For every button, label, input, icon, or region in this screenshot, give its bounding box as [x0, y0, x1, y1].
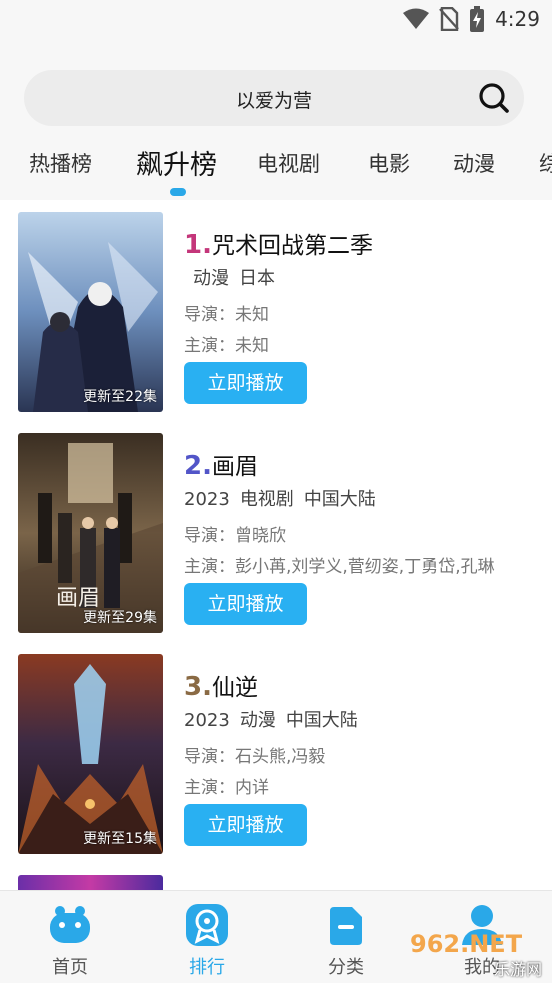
play-now-button[interactable]: 立即播放	[184, 362, 307, 404]
nav-category-label: 分类	[328, 957, 364, 978]
director: 导演：未知	[184, 305, 269, 325]
rank-number: 2.	[184, 451, 212, 481]
list-item[interactable]: 更新至15集 3.仙逆 2023 动漫 中国大陆 导演：石头熊,冯毅 主演：内详 立…	[0, 654, 552, 854]
title-text: 仙逆	[211, 675, 258, 701]
poster-art	[18, 212, 163, 412]
battery-charging-icon	[470, 6, 485, 32]
tab-tv-series[interactable]: 电视剧	[257, 148, 320, 178]
genre: 电视剧	[239, 489, 294, 510]
item-meta: 2023 动漫 中国大陆	[184, 706, 368, 732]
region: 中国大陆	[303, 489, 376, 510]
rank-number: 3.	[184, 672, 212, 702]
item-title: 2.画眉	[184, 447, 258, 481]
site-watermark: 962.NET 乐游网	[406, 930, 546, 980]
hippo-icon	[50, 906, 90, 943]
search-keyword: 以爱为营	[235, 90, 312, 112]
rank-number: 1.	[184, 230, 212, 260]
item-title: 1.咒术回战第二季	[184, 226, 373, 260]
tab-hot[interactable]: 热播榜	[29, 148, 92, 178]
year: 2023	[184, 710, 230, 731]
search-bar[interactable]: 以爱为营	[24, 70, 524, 126]
genre: 动漫	[193, 268, 229, 289]
title-text: 画眉	[211, 454, 258, 480]
tab-variety[interactable]: 综	[539, 148, 552, 178]
cast: 主演：内详	[184, 778, 269, 798]
wifi-icon	[403, 8, 430, 29]
region: 日本	[239, 268, 275, 289]
cast: 主演：未知	[184, 336, 269, 356]
poster-image[interactable]: 更新至22集	[18, 212, 163, 412]
list-item[interactable]: 画眉 更新至29集 2.画眉 2023 电视剧 中国大陆 导演：曾晓欣 主演：彭小苒…	[0, 433, 552, 633]
status-icons: 4:29	[403, 6, 540, 32]
active-tab-indicator	[170, 188, 186, 196]
list-item[interactable]: 更新至22集 1.咒术回战第二季 动漫 日本 导演：未知 主演：未知 立即播放	[0, 212, 552, 412]
play-now-button[interactable]: 立即播放	[184, 583, 307, 625]
item-meta: 动漫 日本	[193, 264, 285, 290]
poster-art	[18, 654, 163, 854]
title-text: 咒术回战第二季	[211, 233, 373, 259]
watermark-subtitle: 乐游网	[493, 960, 542, 979]
director: 导演：曾晓欣	[184, 526, 286, 546]
year: 2023	[184, 489, 230, 510]
watermark-logo: 962.NET	[410, 930, 523, 958]
status-time: 4:29	[495, 7, 540, 31]
nav-category[interactable]: 分类	[296, 891, 396, 983]
poster-image[interactable]: 更新至15集	[18, 654, 163, 854]
ranking-icon	[186, 904, 228, 946]
play-now-button[interactable]: 立即播放	[184, 804, 307, 846]
nav-ranking[interactable]: 排行	[157, 891, 257, 983]
director: 导演：石头熊,冯毅	[184, 747, 326, 767]
category-tabs: 热播榜 飙升榜 电视剧 电影 动漫 综	[0, 140, 552, 196]
genre: 动漫	[239, 710, 276, 731]
search-icon[interactable]	[478, 82, 510, 114]
poster-art: 画眉	[18, 433, 163, 633]
region: 中国大陆	[285, 710, 358, 731]
no-sim-icon	[439, 7, 459, 31]
status-bar: 4:29	[0, 0, 552, 40]
category-icon	[330, 907, 362, 945]
item-title: 3.仙逆	[184, 668, 258, 702]
episode-badge: 更新至22集	[83, 389, 157, 405]
item-meta: 2023 电视剧 中国大陆	[184, 485, 386, 511]
cast: 主演：彭小苒,刘学义,菅纫姿,丁勇岱,孔琳	[184, 557, 495, 577]
tab-movie[interactable]: 电影	[368, 148, 410, 178]
episode-badge: 更新至29集	[83, 610, 157, 626]
nav-home-label: 首页	[52, 957, 88, 978]
nav-ranking-label: 排行	[189, 957, 225, 978]
nav-home[interactable]: 首页	[20, 891, 120, 983]
tab-anime[interactable]: 动漫	[453, 148, 495, 178]
poster-image[interactable]: 画眉 更新至29集	[18, 433, 163, 633]
tab-rising[interactable]: 飙升榜	[136, 143, 217, 182]
episode-badge: 更新至15集	[83, 831, 157, 847]
